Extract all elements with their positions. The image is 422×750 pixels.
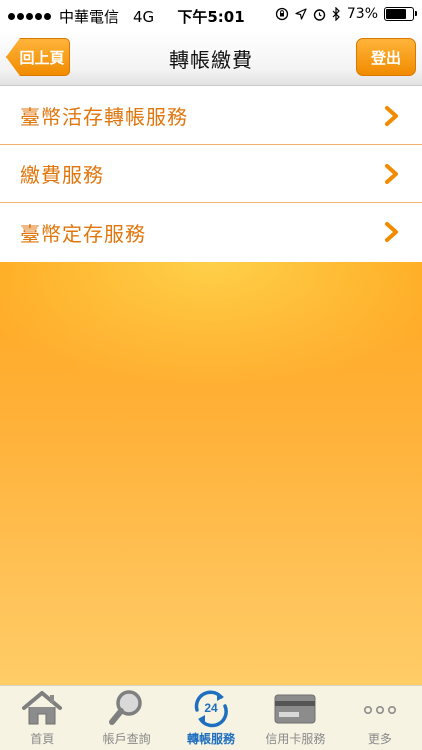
chevron-right-icon bbox=[385, 105, 398, 126]
battery-percent: 73% bbox=[346, 6, 378, 22]
tab-more[interactable]: 更多 bbox=[338, 686, 422, 750]
tab-label: 帳戶查詢 bbox=[102, 732, 151, 746]
nav-bar: 回上頁 轉帳繳費 登出 bbox=[0, 30, 422, 86]
tab-home[interactable]: 首頁 bbox=[0, 686, 84, 750]
menu-item-label: 繳費服務 bbox=[20, 163, 104, 187]
menu-item-label: 臺幣活存轉帳服務 bbox=[20, 105, 188, 129]
menu-item-payment[interactable]: 繳費服務 bbox=[0, 145, 422, 203]
home-icon bbox=[22, 691, 63, 725]
status-bar: 中華電信 4G 下午5:01 73% bbox=[0, 0, 422, 30]
tab-bar: 首頁 帳戶查詢 24 轉帳服務 信用卡服務 更多 bbox=[0, 685, 422, 750]
tab-label: 首頁 bbox=[30, 732, 55, 746]
logout-button[interactable]: 登出 bbox=[356, 38, 416, 76]
menu-list: 臺幣活存轉帳服務 繳費服務 臺幣定存服務 bbox=[0, 87, 422, 261]
chevron-right-icon bbox=[385, 222, 398, 242]
tab-label: 信用卡服務 bbox=[265, 732, 326, 746]
magnifier-icon bbox=[108, 690, 142, 725]
transfer-24-icon: 24 bbox=[194, 690, 228, 728]
location-icon bbox=[295, 8, 307, 20]
orientation-lock-icon bbox=[275, 7, 289, 21]
content-background bbox=[0, 262, 422, 685]
alarm-icon bbox=[313, 8, 326, 21]
tab-transfer-service[interactable]: 24 轉帳服務 bbox=[169, 686, 253, 750]
menu-item-ntd-demand-transfer[interactable]: 臺幣活存轉帳服務 bbox=[0, 87, 422, 145]
transfer-badge: 24 bbox=[204, 701, 218, 715]
tab-account-inquiry[interactable]: 帳戶查詢 bbox=[84, 686, 168, 750]
chevron-right-icon bbox=[385, 163, 398, 184]
tab-label: 轉帳服務 bbox=[187, 732, 236, 746]
battery-icon bbox=[384, 7, 417, 21]
tab-credit-card-service[interactable]: 信用卡服務 bbox=[253, 686, 337, 750]
menu-item-ntd-time-deposit[interactable]: 臺幣定存服務 bbox=[0, 203, 422, 261]
tab-label: 更多 bbox=[367, 732, 392, 746]
credit-card-icon bbox=[274, 694, 316, 724]
bluetooth-icon bbox=[332, 7, 340, 21]
menu-item-label: 臺幣定存服務 bbox=[20, 221, 146, 246]
status-right: 73% bbox=[275, 6, 417, 22]
more-icon bbox=[363, 705, 396, 714]
